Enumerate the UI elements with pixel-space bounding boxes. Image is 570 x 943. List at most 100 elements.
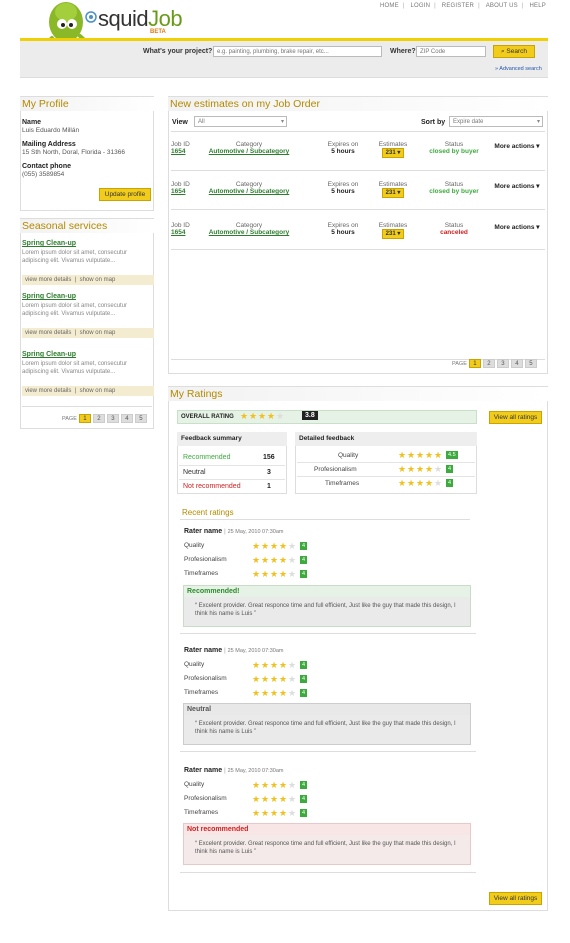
star-icon: ★ [261, 794, 270, 804]
star-icon: ★ [261, 808, 270, 818]
estimates-count-dropdown[interactable]: 231 ▾ [381, 229, 405, 239]
show-on-map-link[interactable]: show on map [80, 330, 116, 336]
profile-phone: (055) 3589854 [22, 171, 65, 178]
nav-about[interactable]: ABOUT US [486, 3, 518, 9]
feedback-summary-title: Feedback summary [177, 432, 287, 446]
star-icon: ★ [398, 478, 407, 488]
more-actions-menu[interactable]: More actions ▾ [489, 182, 545, 190]
seasonal-item-title[interactable]: Spring Clean-up [22, 240, 154, 247]
estimates-count-dropdown[interactable]: 231 ▾ [381, 188, 405, 198]
star-icon: ★ [288, 688, 297, 698]
search-icon: ⌕ [500, 48, 505, 55]
update-profile-button[interactable]: Update profile [99, 188, 151, 201]
star-icon: ★ [407, 478, 416, 488]
page-1[interactable]: 1 [78, 414, 91, 423]
rater-header: Rater name | 25 May, 2010 07:30am [184, 647, 284, 654]
col-category-header: Category [235, 141, 263, 148]
sort-select[interactable]: Expire date ▾ [449, 116, 543, 127]
star-icon: ★ [279, 569, 288, 579]
job-id-link[interactable]: 1654 [171, 188, 193, 195]
star-icon: ★ [252, 541, 261, 551]
page-5[interactable]: 5 [524, 359, 537, 368]
more-actions-menu[interactable]: More actions ▾ [489, 142, 545, 150]
seasonal-item-title[interactable]: Spring Clean-up [22, 351, 154, 358]
page-2[interactable]: 2 [92, 414, 105, 423]
page-3[interactable]: 3 [106, 414, 119, 423]
star-icon: ★ [288, 808, 297, 818]
table-row: Job ID 1654 Category Automotive / Subcateg… [171, 172, 545, 210]
beta-badge: BETA [150, 29, 166, 35]
view-label: View [172, 119, 188, 126]
nav-login[interactable]: LOGIN [410, 3, 430, 9]
star-icon: ★ [288, 780, 297, 790]
rater-name: Rater name [184, 767, 223, 774]
score-badge: 4 [300, 570, 308, 578]
chevron-down-icon: ▾ [280, 119, 284, 125]
page-1[interactable]: 1 [468, 359, 481, 368]
page-3[interactable]: 3 [496, 359, 509, 368]
view-details-link[interactable]: view more details [25, 388, 71, 394]
rater-name: Rater name [184, 528, 223, 535]
view-all-ratings-bottom-button[interactable]: View all ratings [489, 892, 542, 905]
star-icon: ★ [252, 794, 261, 804]
category-link[interactable]: Automotive / Subcategory [205, 188, 293, 195]
estimates-count-dropdown[interactable]: 231 ▾ [381, 148, 405, 158]
ratings-title: My Ratings [168, 386, 548, 401]
nav-register[interactable]: REGISTER [442, 3, 474, 9]
col-status-header: Status [444, 141, 464, 148]
star-icon: ★ [252, 780, 261, 790]
score-badge: 4 [300, 542, 308, 550]
recent-ratings-title: Recent ratings [182, 508, 234, 517]
timeframes-stars: ★★★★★ 4 [398, 478, 454, 488]
profesionalism-stars: ★★★★★ 4 [398, 464, 454, 474]
rating-date: 25 May, 2010 07:30am [227, 529, 284, 535]
show-on-map-link[interactable]: show on map [80, 277, 116, 283]
nav-help[interactable]: HELP [530, 3, 546, 9]
col-status-header: Status [444, 181, 464, 188]
page-4[interactable]: 4 [120, 414, 133, 423]
advanced-search-link[interactable]: » Advanced search [495, 66, 542, 72]
search-bar [20, 38, 548, 78]
job-id-link[interactable]: 1654 [171, 148, 193, 155]
more-actions-menu[interactable]: More actions ▾ [489, 223, 545, 231]
score-badge: 4 [300, 809, 308, 817]
project-search-input[interactable]: e.g. painting, plumbing, brake repair, e… [213, 46, 382, 57]
star-icon: ★ [261, 569, 270, 579]
page-5[interactable]: 5 [134, 414, 147, 423]
page-2[interactable]: 2 [482, 359, 495, 368]
criterion-stars: ★★★★★ 4 [252, 569, 308, 579]
view-all-ratings-button[interactable]: View all ratings [489, 411, 542, 424]
show-on-map-link[interactable]: show on map [80, 388, 116, 394]
star-icon: ★ [288, 674, 297, 684]
job-id-link[interactable]: 1654 [171, 229, 193, 236]
criterion-label: Quality [184, 781, 205, 788]
quality-label: Quality [338, 452, 359, 459]
col-expires-header: Expires on [327, 181, 359, 188]
score-badge: 4 [446, 479, 454, 487]
star-icon: ★ [267, 411, 276, 421]
table-row: Job ID 1654 Category Automotive / Subcateg… [171, 133, 545, 171]
col-job-header: Job ID [171, 181, 190, 188]
view-details-link[interactable]: view more details [25, 277, 71, 283]
seasonal-item-title[interactable]: Spring Clean-up [22, 293, 154, 300]
star-icon: ★ [407, 464, 416, 474]
category-link[interactable]: Automotive / Subcategory [205, 229, 293, 236]
category-link[interactable]: Automotive / Subcategory [205, 148, 293, 155]
criterion-stars: ★★★★★ 4 [252, 556, 308, 565]
star-icon: ★ [425, 464, 434, 474]
divider [180, 633, 476, 634]
col-estimates-header: Estimates [378, 181, 408, 188]
criterion-label: Timeframes [184, 809, 219, 816]
star-icon: ★ [416, 450, 425, 460]
criterion-label: Timeframes [184, 689, 219, 696]
zip-code-input[interactable]: ZIP Code [416, 46, 486, 57]
page-4[interactable]: 4 [510, 359, 523, 368]
brand-wordmark[interactable]: squidJob [98, 6, 183, 32]
nav-home[interactable]: HOME [380, 3, 399, 9]
view-filter-select[interactable]: All ▾ [194, 116, 287, 127]
search-button[interactable]: ⌕ Search [493, 45, 535, 58]
detailed-feedback-title: Detailed feedback [295, 432, 477, 446]
rater-name: Rater name [184, 647, 223, 654]
view-details-link[interactable]: view more details [25, 330, 71, 336]
col-job-header: Job ID [171, 222, 190, 229]
